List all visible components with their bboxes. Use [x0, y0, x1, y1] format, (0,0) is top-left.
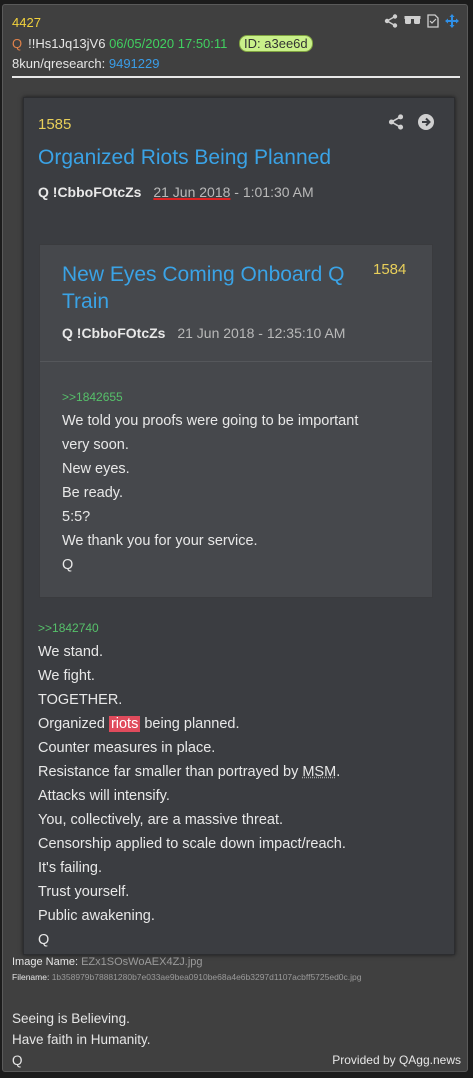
tripcode: !!Hs1Jq13jV6 — [28, 36, 106, 51]
filename: Filename: 1b358979b78881280b7e033ae9bea0… — [12, 972, 362, 982]
quoted-post: New Eyes Coming Onboard Q Train 1584 Q !… — [39, 244, 433, 598]
quoted-line: Be ready. — [62, 485, 123, 501]
quoted-line: New eyes. — [62, 461, 130, 477]
share-icon — [388, 114, 404, 135]
quoted-trip: !CbboFOtcZs — [76, 325, 166, 341]
image-name-value: EZx1SOsWoAEX4ZJ.jpg — [81, 956, 203, 968]
share-icon[interactable] — [384, 14, 398, 28]
quoted-line: We thank you for your service. — [62, 533, 258, 549]
msm-abbreviation: MSM — [302, 764, 337, 780]
board-post-link[interactable]: 9491229 — [109, 56, 160, 71]
attached-screenshot[interactable]: 1585 Organized Riots Being Planned Q !Cb… — [23, 97, 455, 955]
highlighted-word: riots — [108, 716, 141, 732]
quoted-number: 1584 — [373, 261, 407, 278]
arrow-right-icon — [418, 114, 434, 135]
body-line: Attacks will intensify. — [38, 788, 170, 804]
screenshot-trip: !CbboFOtcZs — [52, 184, 142, 200]
quoted-body: >>1842655 We told you proofs were going … — [62, 385, 358, 577]
post-message: Seeing is Believing. Have faith in Human… — [12, 1008, 151, 1071]
quoted-line: We told you proofs were going to be impo… — [62, 413, 359, 429]
body-line: We fight. — [38, 668, 95, 684]
quoted-line: 5:5? — [62, 509, 91, 525]
post-card: 4427 Q !!Hs1Jq13jV6 06/05/2020 17:50:11 I… — [2, 4, 468, 1072]
post-toolbar — [384, 14, 459, 28]
divider — [12, 76, 460, 78]
quoted-title: New Eyes Coming Onboard Q Train — [62, 263, 345, 313]
document-icon[interactable] — [427, 14, 439, 28]
quoted-ref: >>1842655 — [62, 390, 123, 404]
quoted-separator — [40, 361, 432, 362]
body-line: TOGETHER. — [38, 692, 123, 708]
body-line: Censorship applied to scale down impact/… — [38, 836, 346, 852]
board-label: 8kun/qresearch: — [12, 56, 106, 71]
glasses-icon[interactable] — [404, 15, 421, 27]
message-line: Q — [12, 1053, 23, 1068]
quoted-meta: Q !CbboFOtcZs 21 Jun 2018 - 12:35:10 AM — [62, 325, 345, 341]
body-line: Q — [38, 932, 50, 948]
quoted-author: Q — [62, 325, 73, 341]
body-line: Counter measures in place. — [38, 740, 216, 756]
screenshot-body: >>1842740 We stand. We fight. TOGETHER. … — [38, 616, 346, 952]
image-name: Image Name: EZx1SOsWoAEX4ZJ.jpg — [12, 956, 203, 968]
screenshot-icons — [388, 114, 434, 135]
provided-by[interactable]: Provided by QAgg.news — [332, 1053, 461, 1067]
screenshot-post-number: 1585 — [38, 116, 72, 133]
screenshot-date: 21 Jun 2018 — [153, 184, 231, 200]
message-line: Seeing is Believing. — [12, 1011, 130, 1026]
poster-id-badge[interactable]: ID: a3ee6d — [239, 35, 313, 52]
board-reference: 8kun/qresearch: 9491229 — [12, 56, 159, 71]
post-number[interactable]: 4427 — [12, 15, 41, 30]
body-line: Public awakening. — [38, 908, 155, 924]
quoted-line: very soon. — [62, 437, 129, 453]
post-datetime: 06/05/2020 17:50:11 — [109, 36, 228, 51]
body-line: We stand. — [38, 644, 104, 660]
author-label: Q — [12, 36, 23, 51]
quoted-line: Q — [62, 557, 74, 573]
filename-value: 1b358979b78881280b7e033ae9bea0910be68a4e… — [51, 972, 362, 982]
body-line: It's failing. — [38, 860, 103, 876]
body-ref: >>1842740 — [38, 621, 99, 635]
message-line: Have faith in Humanity. — [12, 1032, 151, 1047]
quoted-datetime: 21 Jun 2018 - 12:35:10 AM — [177, 325, 346, 341]
screenshot-title: Organized Riots Being Planned — [38, 146, 332, 169]
body-line-riots: Organized riots being planned. — [38, 716, 240, 732]
body-line-resistance: Resistance far smaller than portrayed by… — [38, 764, 341, 780]
post-meta: Q !!Hs1Jq13jV6 06/05/2020 17:50:11 ID: a3… — [12, 35, 313, 52]
screenshot-meta: Q !CbboFOtcZs 21 Jun 2018 - 1:01:30 AM — [38, 184, 314, 200]
screenshot-time: - 1:01:30 AM — [230, 184, 314, 200]
body-line: Trust yourself. — [38, 884, 130, 900]
move-icon[interactable] — [445, 14, 459, 28]
screenshot-author: Q — [38, 184, 49, 200]
body-line: You, collectively, are a massive threat. — [38, 812, 284, 828]
